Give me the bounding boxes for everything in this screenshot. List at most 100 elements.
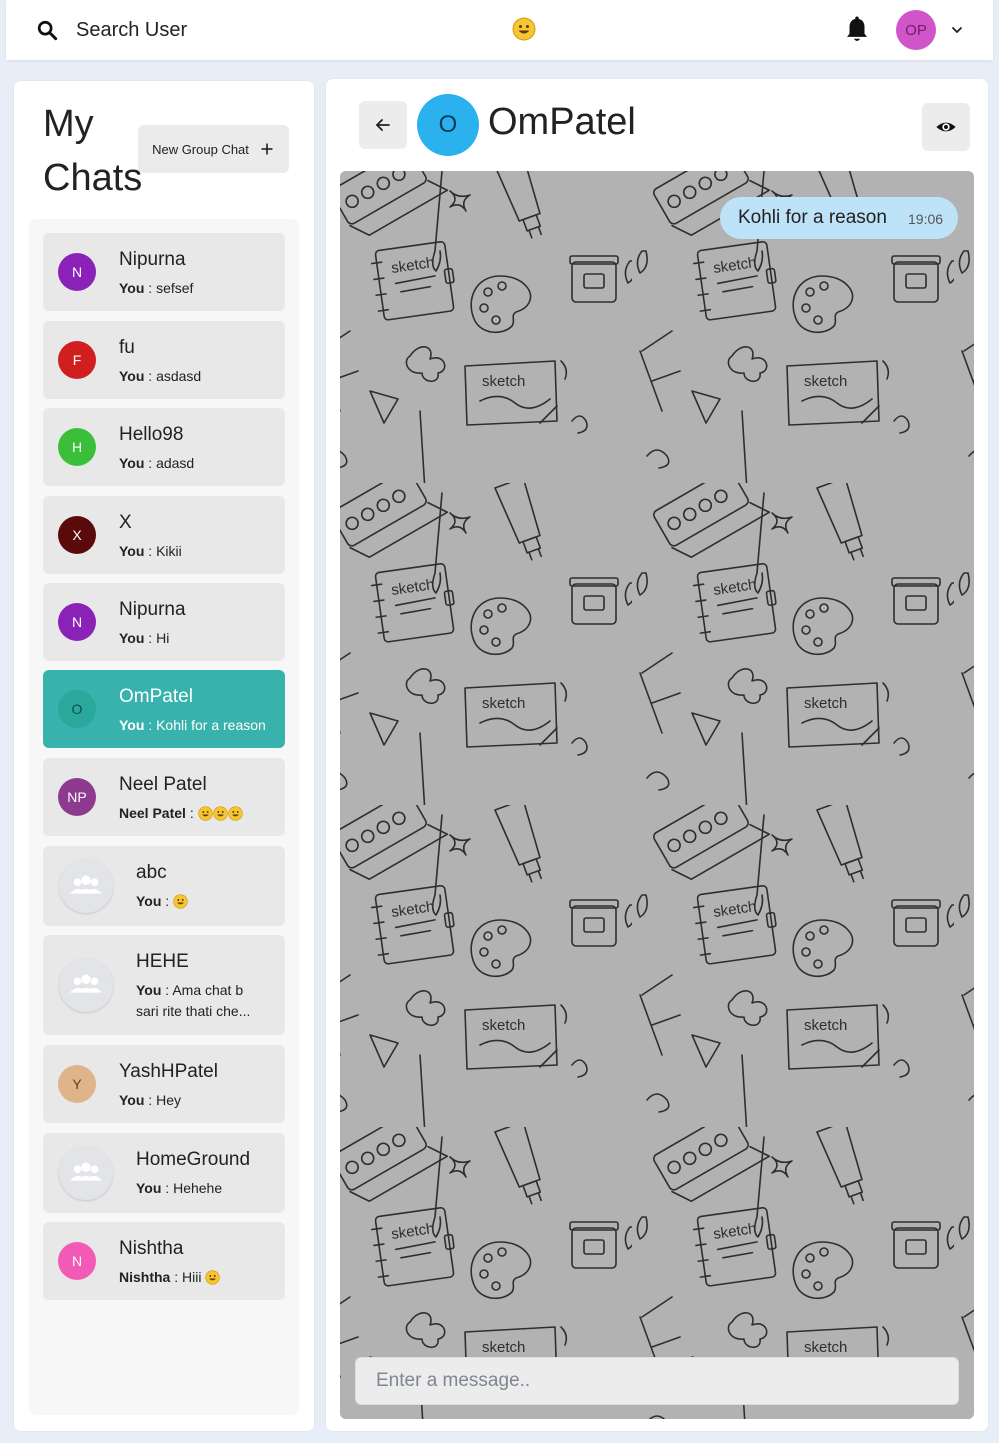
search-user-button[interactable]: Search User bbox=[36, 12, 187, 48]
chat-name: Neel Patel bbox=[119, 774, 207, 795]
chat-preview-sender: You bbox=[136, 893, 162, 909]
avatar: F bbox=[58, 341, 96, 379]
chat-preview-message: Hiii bbox=[182, 1269, 202, 1285]
group-icon bbox=[69, 875, 103, 894]
chat-name: OmPatel bbox=[119, 686, 193, 707]
doodle-background: sketch bbox=[340, 171, 974, 1419]
chat-name: Nipurna bbox=[119, 249, 186, 270]
chat-preview-message: adasd bbox=[156, 455, 195, 471]
chevron-down-icon bbox=[952, 27, 962, 33]
smile-emoji-icon bbox=[212, 806, 228, 821]
chat-list-item[interactable]: HomeGround You : Hehehe bbox=[43, 1133, 285, 1213]
chat-list-item[interactable]: abc You : bbox=[43, 846, 285, 926]
chat-preview-sender: You bbox=[119, 1092, 145, 1108]
avatar bbox=[59, 1146, 113, 1200]
chat-preview-message: Kikii bbox=[156, 543, 182, 559]
conversation-title: OmPatel bbox=[488, 101, 636, 143]
avatar bbox=[59, 958, 113, 1012]
smile-emoji-icon bbox=[197, 806, 213, 821]
conversation-avatar: O bbox=[417, 94, 479, 156]
chat-preview: You : sefsef bbox=[119, 280, 194, 296]
chat-preview: You : Ama chat b sari rite thati che... bbox=[136, 980, 275, 1022]
message-text: Kohli for a reason bbox=[738, 207, 887, 228]
chat-preview-sender: You bbox=[119, 455, 145, 471]
conversation-panel: O OmPatel Kohli for a reason 19:06 Enter… bbox=[325, 78, 989, 1432]
chat-preview: Neel Patel : bbox=[119, 803, 275, 824]
chat-preview-message-line2: sari rite thati che... bbox=[136, 1003, 251, 1019]
chat-list-item[interactable]: HEHE You : Ama chat b sari rite thati che.… bbox=[43, 935, 285, 1035]
avatar bbox=[59, 859, 113, 913]
my-chats-title-line2: Chats bbox=[43, 157, 143, 199]
chat-preview: You : asdasd bbox=[119, 368, 202, 384]
chat-preview-message: Hey bbox=[156, 1092, 181, 1108]
arrow-left-icon bbox=[376, 119, 390, 131]
chat-name: Nishtha bbox=[119, 1238, 184, 1259]
chat-list-item[interactable]: O OmPatel You : Kohli for a reason bbox=[43, 670, 285, 748]
avatar: N bbox=[58, 1242, 96, 1280]
chat-preview-sender: You bbox=[119, 630, 145, 646]
chat-name: HomeGround bbox=[136, 1149, 251, 1170]
chat-list-item[interactable]: Ffu You : asdasd bbox=[43, 321, 285, 399]
message-bubble: Kohli for a reason 19:06 bbox=[720, 197, 958, 239]
chat-name: abc bbox=[136, 862, 167, 883]
smile-emoji-icon bbox=[512, 17, 536, 41]
group-icon bbox=[69, 974, 103, 993]
chat-preview-message: asdasd bbox=[156, 368, 202, 384]
my-chats-title: My Chats bbox=[43, 97, 142, 205]
chat-list-item[interactable]: N Nishtha Nishtha : Hiii bbox=[43, 1222, 285, 1300]
chat-preview-message: Kohli for a reason bbox=[156, 717, 266, 733]
search-user-label: Search User bbox=[76, 18, 188, 41]
chat-preview-sender: You bbox=[119, 368, 145, 384]
avatar: N bbox=[58, 253, 96, 291]
my-chats-title-line1: My bbox=[43, 103, 94, 145]
avatar: OP bbox=[896, 10, 936, 50]
smile-emoji-icon bbox=[173, 894, 188, 909]
new-group-chat-button[interactable]: New Group Chat bbox=[138, 125, 289, 173]
chat-name: YashHPatel bbox=[119, 1061, 218, 1082]
view-profile-button[interactable] bbox=[922, 103, 970, 151]
chat-preview: Nishtha : Hiii bbox=[119, 1267, 275, 1288]
plus-icon bbox=[261, 143, 273, 155]
avatar: NP bbox=[58, 778, 96, 816]
chat-preview-emojis bbox=[173, 893, 188, 909]
chat-preview-emojis bbox=[205, 1269, 221, 1285]
chat-preview-message: Hi bbox=[156, 630, 170, 646]
chat-preview-message: Ama chat b bbox=[172, 982, 244, 998]
avatar: N bbox=[58, 603, 96, 641]
eye-icon bbox=[936, 122, 956, 132]
message-time: 19:06 bbox=[908, 211, 944, 227]
chat-name: Hello98 bbox=[119, 424, 184, 445]
chat-preview-emojis bbox=[197, 805, 243, 821]
avatar: O bbox=[58, 690, 96, 728]
chat-list-item[interactable]: NP Neel Patel Neel Patel : bbox=[43, 758, 285, 836]
group-icon bbox=[69, 1162, 103, 1181]
search-icon bbox=[37, 20, 58, 41]
chat-name: Nipurna bbox=[119, 599, 186, 620]
top-bar: Search User OP bbox=[6, 0, 993, 60]
chat-list-item[interactable]: N Nipurna You : sefsef bbox=[43, 233, 285, 311]
avatar: X bbox=[58, 516, 96, 554]
chat-preview-sender: You bbox=[119, 280, 145, 296]
back-button[interactable] bbox=[359, 101, 407, 149]
my-chats-panel: My Chats New Group Chat N Nipurna You : se… bbox=[13, 80, 315, 1432]
chat-preview-sender: You bbox=[136, 1180, 162, 1196]
chat-list-item[interactable]: H Hello98 You : adasd bbox=[43, 408, 285, 486]
chat-name: fu bbox=[119, 337, 135, 358]
smile-emoji-icon bbox=[205, 1270, 221, 1285]
avatar: Y bbox=[58, 1065, 96, 1103]
chat-name: X bbox=[119, 512, 132, 533]
chat-preview-message: Hehehe bbox=[173, 1180, 223, 1196]
chat-preview: You : Hehehe bbox=[136, 1180, 223, 1196]
chat-preview: You : Kohli for a reason bbox=[119, 717, 266, 733]
chat-list-item[interactable]: N Nipurna You : Hi bbox=[43, 583, 285, 661]
avatar: H bbox=[58, 428, 96, 466]
profile-menu-button[interactable]: OP bbox=[896, 10, 964, 50]
chat-list-item[interactable]: X X You : Kikii bbox=[43, 496, 285, 574]
chat-preview-sender: You bbox=[119, 717, 145, 733]
bell-icon[interactable] bbox=[842, 15, 872, 45]
chat-list-item[interactable]: Y YashHPatel You : Hey bbox=[43, 1045, 285, 1123]
message-input[interactable] bbox=[355, 1357, 959, 1405]
chat-preview-sender: Neel Patel bbox=[119, 805, 186, 821]
chat-preview-sender: You bbox=[136, 982, 162, 998]
message-area[interactable]: sketch bbox=[340, 171, 974, 1419]
